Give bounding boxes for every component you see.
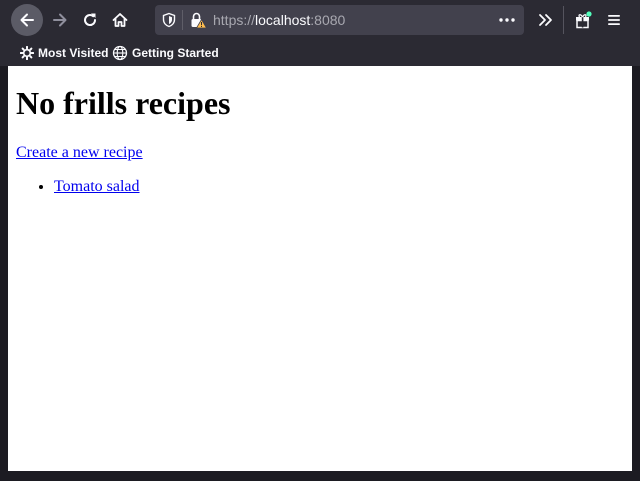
create-recipe-link[interactable]: Create a new recipe bbox=[16, 143, 143, 163]
address-bar[interactable]: https://localhost:8080 bbox=[155, 5, 524, 35]
site-security-button[interactable] bbox=[189, 11, 208, 29]
tracking-protection-button[interactable] bbox=[161, 12, 177, 28]
page-content: No frills recipes Create a new recipe To… bbox=[8, 66, 632, 471]
url-divider bbox=[182, 10, 183, 30]
insecure-lock-warning-icon bbox=[191, 12, 208, 29]
url-host: localhost bbox=[255, 12, 311, 28]
bookmark-label: Getting Started bbox=[132, 46, 219, 60]
reload-button[interactable] bbox=[74, 4, 106, 36]
list-item: Tomato salad bbox=[54, 177, 140, 197]
browser-window: https://localhost:8080 Most Visited Gett… bbox=[0, 0, 640, 481]
bookmark-most-visited[interactable]: Most Visited bbox=[20, 44, 108, 62]
ellipsis-icon bbox=[499, 18, 515, 22]
double-chevron-icon bbox=[539, 14, 552, 26]
page-title: No frills recipes bbox=[16, 85, 231, 121]
extensions-button[interactable] bbox=[569, 6, 597, 34]
home-button[interactable] bbox=[104, 4, 136, 36]
url-port: :8080 bbox=[310, 12, 346, 28]
toolbar-overflow-button[interactable] bbox=[534, 8, 556, 32]
shield-icon bbox=[162, 12, 176, 28]
recipe-list: Tomato salad bbox=[16, 177, 140, 197]
arrow-right-icon bbox=[53, 13, 67, 27]
page-actions-button[interactable] bbox=[498, 12, 516, 28]
bookmark-getting-started[interactable]: Getting Started bbox=[112, 44, 219, 62]
toolbar-separator bbox=[563, 6, 564, 34]
bookmark-label: Most Visited bbox=[38, 46, 109, 60]
application-menu-button[interactable] bbox=[602, 8, 626, 32]
url-scheme: https:// bbox=[213, 12, 256, 28]
home-icon bbox=[112, 13, 128, 27]
gear-icon bbox=[20, 46, 34, 60]
forward-button[interactable] bbox=[44, 4, 76, 36]
notification-dot bbox=[586, 11, 592, 17]
gift-icon bbox=[576, 11, 592, 29]
navigation-toolbar: https://localhost:8080 bbox=[0, 0, 640, 40]
hamburger-menu-icon bbox=[608, 15, 620, 25]
globe-icon bbox=[112, 45, 128, 61]
back-button[interactable] bbox=[11, 4, 43, 36]
reload-icon bbox=[84, 13, 97, 26]
bookmarks-toolbar: Most Visited Getting Started bbox=[0, 40, 640, 66]
url-text[interactable]: https://localhost:8080 bbox=[213, 11, 345, 29]
arrow-left-icon bbox=[20, 13, 34, 27]
recipe-link[interactable]: Tomato salad bbox=[54, 178, 140, 195]
